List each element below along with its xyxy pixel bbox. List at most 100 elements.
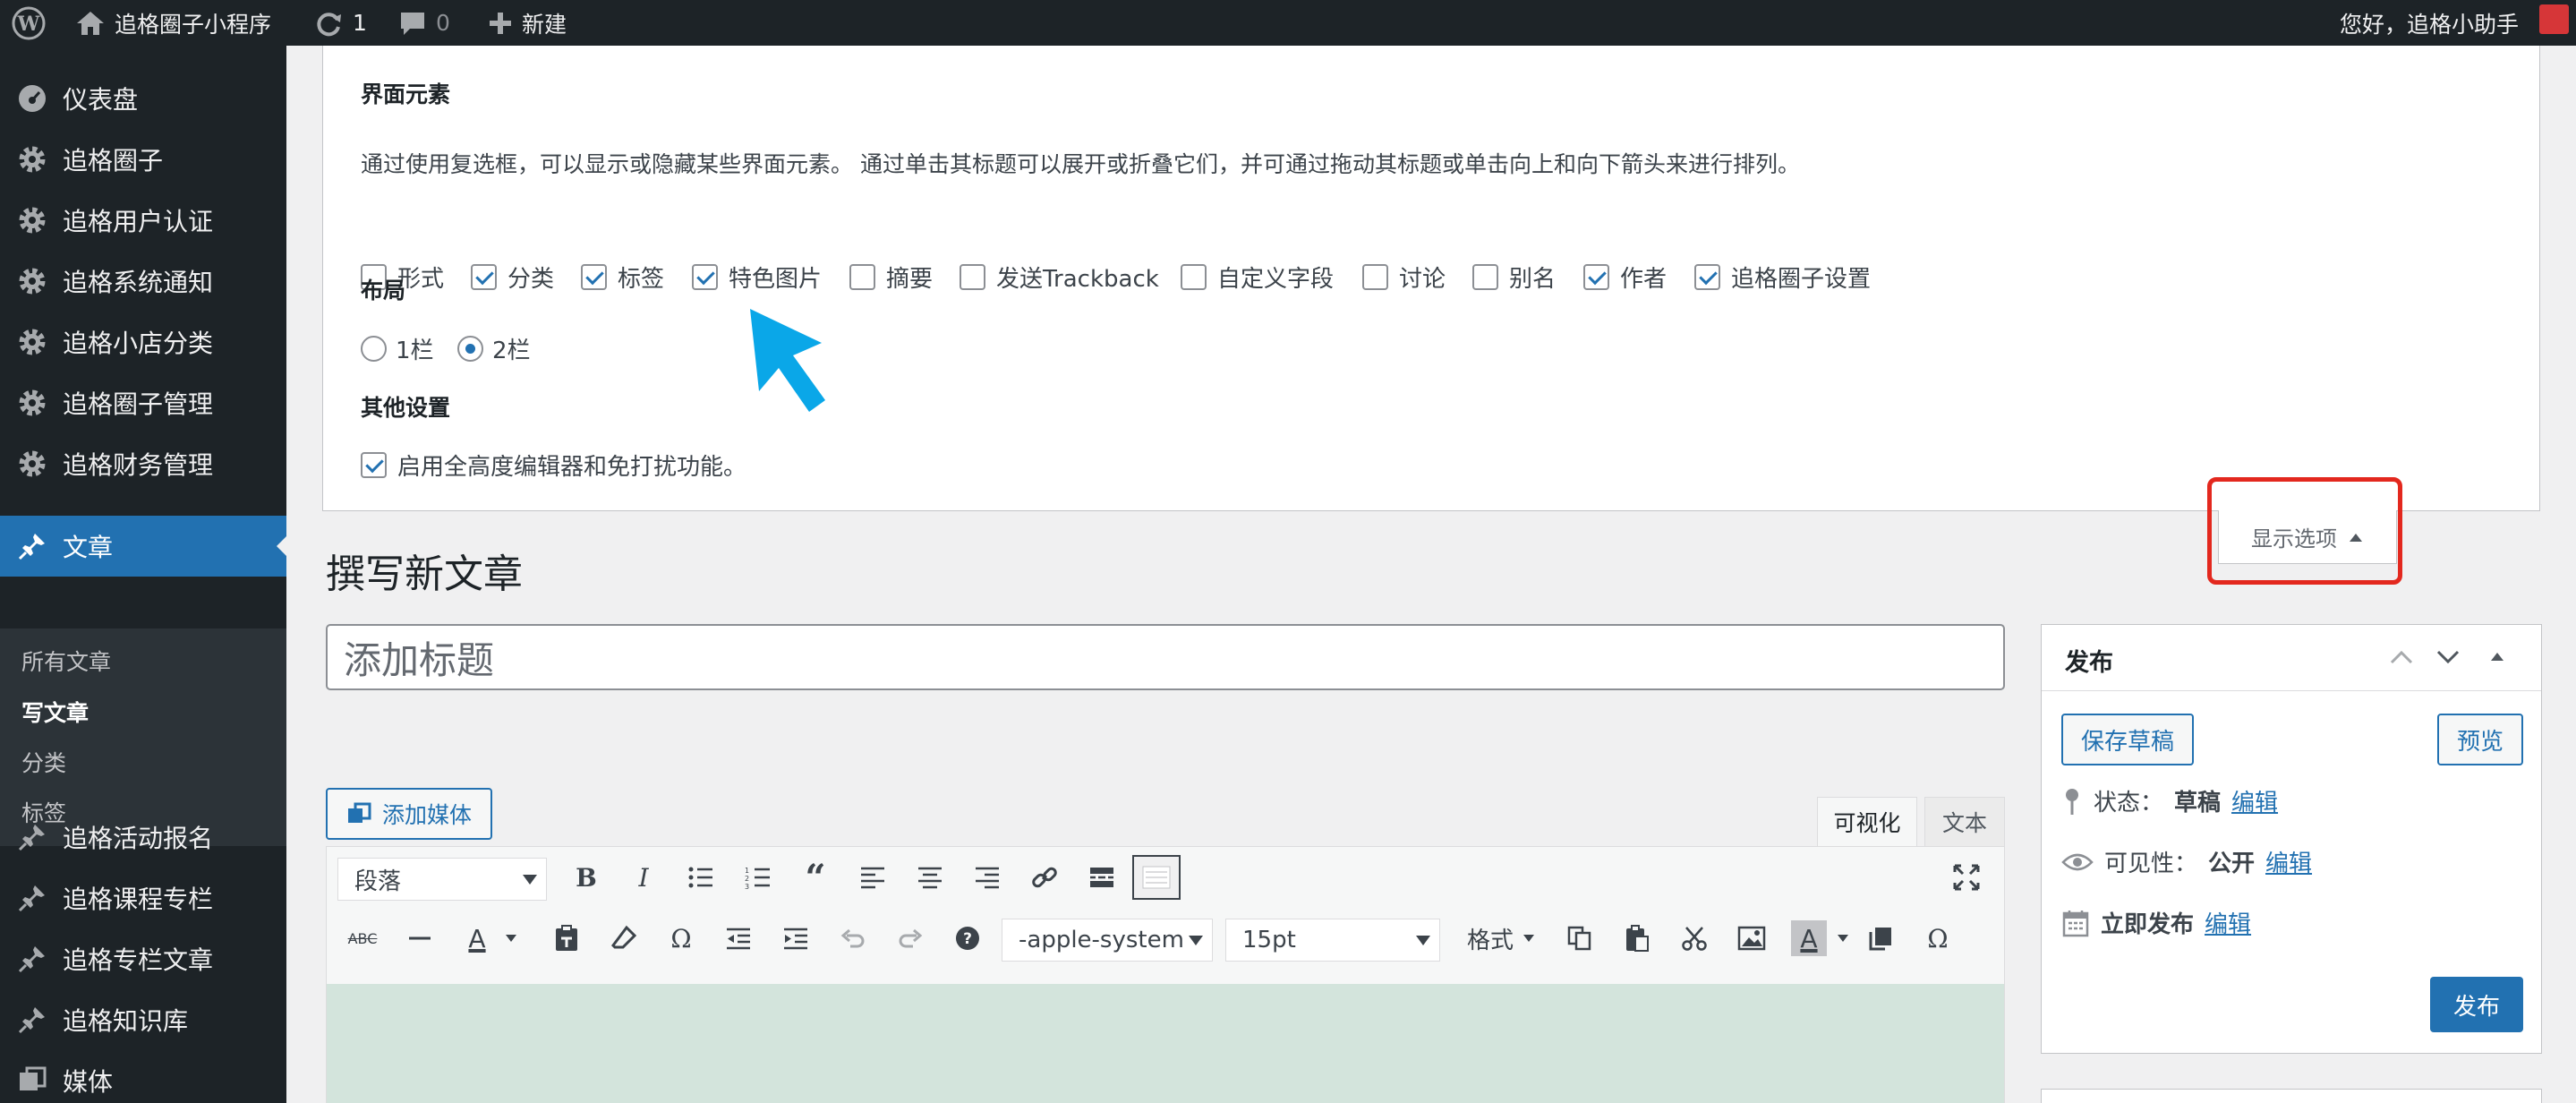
menu-posts[interactable]: 文章 [0, 516, 286, 577]
omega-icon[interactable]: Ω [1920, 920, 1956, 956]
bold-icon[interactable]: B [568, 859, 604, 895]
chevron-down-icon[interactable] [2435, 648, 2461, 666]
checkbox-slug[interactable]: 别名 [1472, 261, 1556, 294]
tab-visual[interactable]: 可视化 [1817, 797, 1917, 847]
paste-text-icon[interactable] [549, 920, 584, 956]
checkbox-author[interactable]: 作者 [1583, 261, 1667, 294]
checkbox-box[interactable] [849, 264, 875, 290]
text-color-icon[interactable]: A [459, 920, 495, 956]
font-family-select[interactable]: -apple-system [1002, 919, 1213, 962]
add-media-button[interactable]: 添加媒体 [326, 788, 492, 840]
numbered-list-icon[interactable]: 123 [740, 859, 776, 895]
checkbox-box[interactable] [1362, 264, 1388, 290]
checkbox-tags[interactable]: 标签 [581, 261, 664, 294]
submenu-write-post[interactable]: 写文章 [21, 696, 89, 728]
avatar[interactable] [2539, 4, 2569, 34]
menu-circle-manage[interactable]: 追格圈子管理 [0, 372, 286, 433]
checkbox-box[interactable] [960, 264, 985, 290]
post-title-input[interactable]: 添加标题 [326, 624, 2005, 690]
horizontal-line-icon[interactable] [402, 920, 438, 956]
menu-zhuige-circle[interactable]: 追格圈子 [0, 129, 286, 190]
link-icon[interactable] [1027, 859, 1062, 895]
checkbox-box[interactable] [1583, 264, 1609, 290]
indent-icon[interactable] [778, 920, 814, 956]
special-character-icon[interactable]: Ω [663, 920, 699, 956]
align-center-icon[interactable] [912, 859, 948, 895]
radio-2-columns[interactable]: 2栏 [457, 332, 531, 365]
submenu-all-posts[interactable]: 所有文章 [21, 645, 111, 677]
help-icon[interactable]: ? [950, 920, 985, 956]
radio-1-column[interactable]: 1栏 [361, 332, 434, 365]
fullscreen-icon[interactable] [1949, 859, 1984, 895]
edit-visibility-link[interactable]: 编辑 [2265, 845, 2312, 878]
align-left-icon[interactable] [855, 859, 891, 895]
save-draft-button[interactable]: 保存草稿 [2061, 714, 2194, 765]
checkbox-excerpt[interactable]: 摘要 [849, 261, 933, 294]
radio-circle[interactable] [457, 336, 483, 362]
read-more-icon[interactable] [1084, 859, 1120, 895]
background-color-dropdown-icon[interactable] [1834, 920, 1852, 956]
menu-column-posts[interactable]: 追格专栏文章 [0, 928, 286, 989]
copy-icon[interactable] [1562, 920, 1598, 956]
align-right-icon[interactable] [969, 859, 1005, 895]
menu-user-auth[interactable]: 追格用户认证 [0, 190, 286, 251]
redo-icon[interactable] [892, 920, 928, 956]
radio-circle[interactable] [361, 336, 387, 362]
editor-content-area[interactable] [327, 984, 2004, 1103]
wordpress-logo-icon[interactable]: W [11, 0, 47, 46]
checkbox-discussion[interactable]: 讨论 [1362, 261, 1446, 294]
publish-button[interactable]: 发布 [2430, 977, 2523, 1032]
checkbox-category[interactable]: 分类 [471, 261, 554, 294]
undo-icon[interactable] [835, 920, 871, 956]
caret-up-icon[interactable] [2489, 650, 2505, 663]
menu-finance[interactable]: 追格财务管理 [0, 433, 286, 494]
checkbox-trackback[interactable]: 发送Trackback [960, 261, 1159, 294]
menu-system-notify[interactable]: 追格系统通知 [0, 251, 286, 312]
chevron-up-icon[interactable] [2389, 648, 2414, 666]
checkbox-custom-fields[interactable]: 自定义字段 [1181, 261, 1334, 294]
menu-knowledge-base[interactable]: 追格知识库 [0, 989, 286, 1050]
checkbox-label: 特色图片 [729, 266, 823, 293]
italic-icon[interactable]: I [626, 859, 661, 895]
bullet-list-icon[interactable] [683, 859, 719, 895]
image-icon[interactable] [1734, 920, 1770, 956]
checkbox-featured-image[interactable]: 特色图片 [692, 261, 822, 294]
scissors-icon[interactable] [1676, 920, 1712, 956]
toolbar-toggle-icon[interactable] [1132, 855, 1181, 900]
checkbox-box[interactable] [1472, 264, 1498, 290]
menu-event-signup[interactable]: 追格活动报名 [0, 807, 286, 868]
new-content-link[interactable]: 新建 [488, 0, 567, 46]
checkbox-circle-settings[interactable]: 追格圈子设置 [1694, 261, 1871, 294]
menu-dashboard[interactable]: 仪表盘 [0, 68, 286, 129]
preview-button[interactable]: 预览 [2437, 714, 2523, 765]
checkbox-box[interactable] [361, 452, 387, 478]
checkbox-box[interactable] [1181, 264, 1207, 290]
account-greeting[interactable]: 您好，追格小助手 [2340, 0, 2519, 46]
checkbox-box[interactable] [471, 264, 497, 290]
blockquote-icon[interactable]: “ [798, 857, 833, 899]
edit-status-link[interactable]: 编辑 [2231, 784, 2278, 817]
paste-icon[interactable] [1619, 920, 1655, 956]
site-name-link[interactable]: 追格圈子小程序 [75, 0, 271, 46]
updates-link[interactable]: 1 [313, 0, 367, 46]
format-menu[interactable]: 格式 [1458, 920, 1544, 956]
menu-media[interactable]: 媒体 [0, 1050, 286, 1103]
clear-formatting-icon[interactable] [606, 920, 642, 956]
text-color-dropdown-icon[interactable] [502, 920, 520, 956]
background-color-icon[interactable]: A [1791, 920, 1827, 956]
font-size-select[interactable]: 15pt [1225, 919, 1440, 962]
tab-text[interactable]: 文本 [1924, 797, 2005, 847]
duplicate-icon[interactable] [1863, 920, 1898, 956]
checkbox-box[interactable] [581, 264, 607, 290]
menu-shop-category[interactable]: 追格小店分类 [0, 312, 286, 372]
paragraph-select[interactable]: 段落 [337, 858, 547, 901]
menu-course-column[interactable]: 追格课程专栏 [0, 868, 286, 928]
checkbox-fullheight-editor[interactable]: 启用全高度编辑器和免打扰功能。 [361, 449, 746, 482]
strikethrough-icon[interactable]: ABC [345, 920, 380, 956]
checkbox-box[interactable] [692, 264, 718, 290]
edit-schedule-link[interactable]: 编辑 [2205, 906, 2251, 939]
submenu-categories[interactable]: 分类 [21, 746, 66, 778]
comments-link[interactable]: 0 [398, 0, 450, 46]
outdent-icon[interactable] [721, 920, 756, 956]
checkbox-box[interactable] [1694, 264, 1720, 290]
